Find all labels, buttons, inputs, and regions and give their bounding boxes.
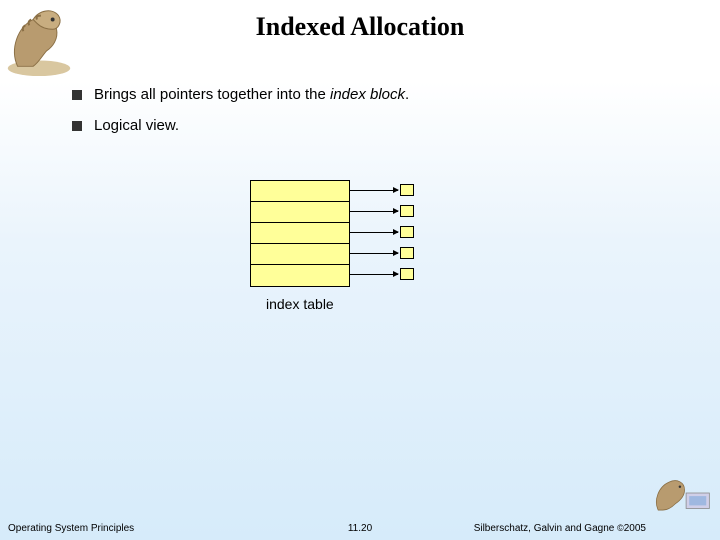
slide-title: Indexed Allocation bbox=[0, 12, 720, 42]
data-block bbox=[400, 268, 414, 280]
bullet-text-pre: Logical view. bbox=[94, 117, 179, 134]
dinosaur-footer-icon bbox=[652, 468, 714, 518]
data-block bbox=[400, 226, 414, 238]
index-row bbox=[251, 223, 349, 244]
bullet-text: Brings all pointers together into the in… bbox=[94, 86, 409, 103]
index-table-label: index table bbox=[266, 296, 334, 312]
bullet-text-em: index block bbox=[330, 86, 405, 103]
arrow-icon bbox=[350, 253, 398, 254]
footer-author: Silberschatz, Galvin and Gagne bbox=[474, 523, 617, 534]
bullet-item: Brings all pointers together into the in… bbox=[72, 86, 680, 103]
bullet-icon bbox=[72, 90, 82, 100]
bullet-item: Logical view. bbox=[72, 117, 680, 134]
diagram-area: index table bbox=[0, 180, 720, 340]
copyright-icon: © bbox=[617, 523, 624, 533]
index-row bbox=[251, 181, 349, 202]
index-row bbox=[251, 202, 349, 223]
index-row bbox=[251, 265, 349, 286]
footer-right: Silberschatz, Galvin and Gagne ©2005 bbox=[474, 523, 646, 534]
index-table bbox=[250, 180, 350, 287]
arrow-icon bbox=[350, 190, 398, 191]
data-block bbox=[400, 247, 414, 259]
bullet-icon bbox=[72, 121, 82, 131]
arrow-icon bbox=[350, 211, 398, 212]
arrow-icon bbox=[350, 232, 398, 233]
bullet-text-post: . bbox=[405, 86, 409, 103]
index-row bbox=[251, 244, 349, 265]
data-block bbox=[400, 205, 414, 217]
bullet-text: Logical view. bbox=[94, 117, 179, 134]
index-diagram: index table bbox=[250, 180, 470, 340]
footer: Operating System Principles 11.20 Silber… bbox=[0, 518, 720, 536]
footer-year: 2005 bbox=[624, 523, 646, 534]
bullet-text-pre: Brings all pointers together into the bbox=[94, 86, 330, 103]
arrow-icon bbox=[350, 274, 398, 275]
data-block bbox=[400, 184, 414, 196]
content-area: Brings all pointers together into the in… bbox=[72, 86, 680, 148]
